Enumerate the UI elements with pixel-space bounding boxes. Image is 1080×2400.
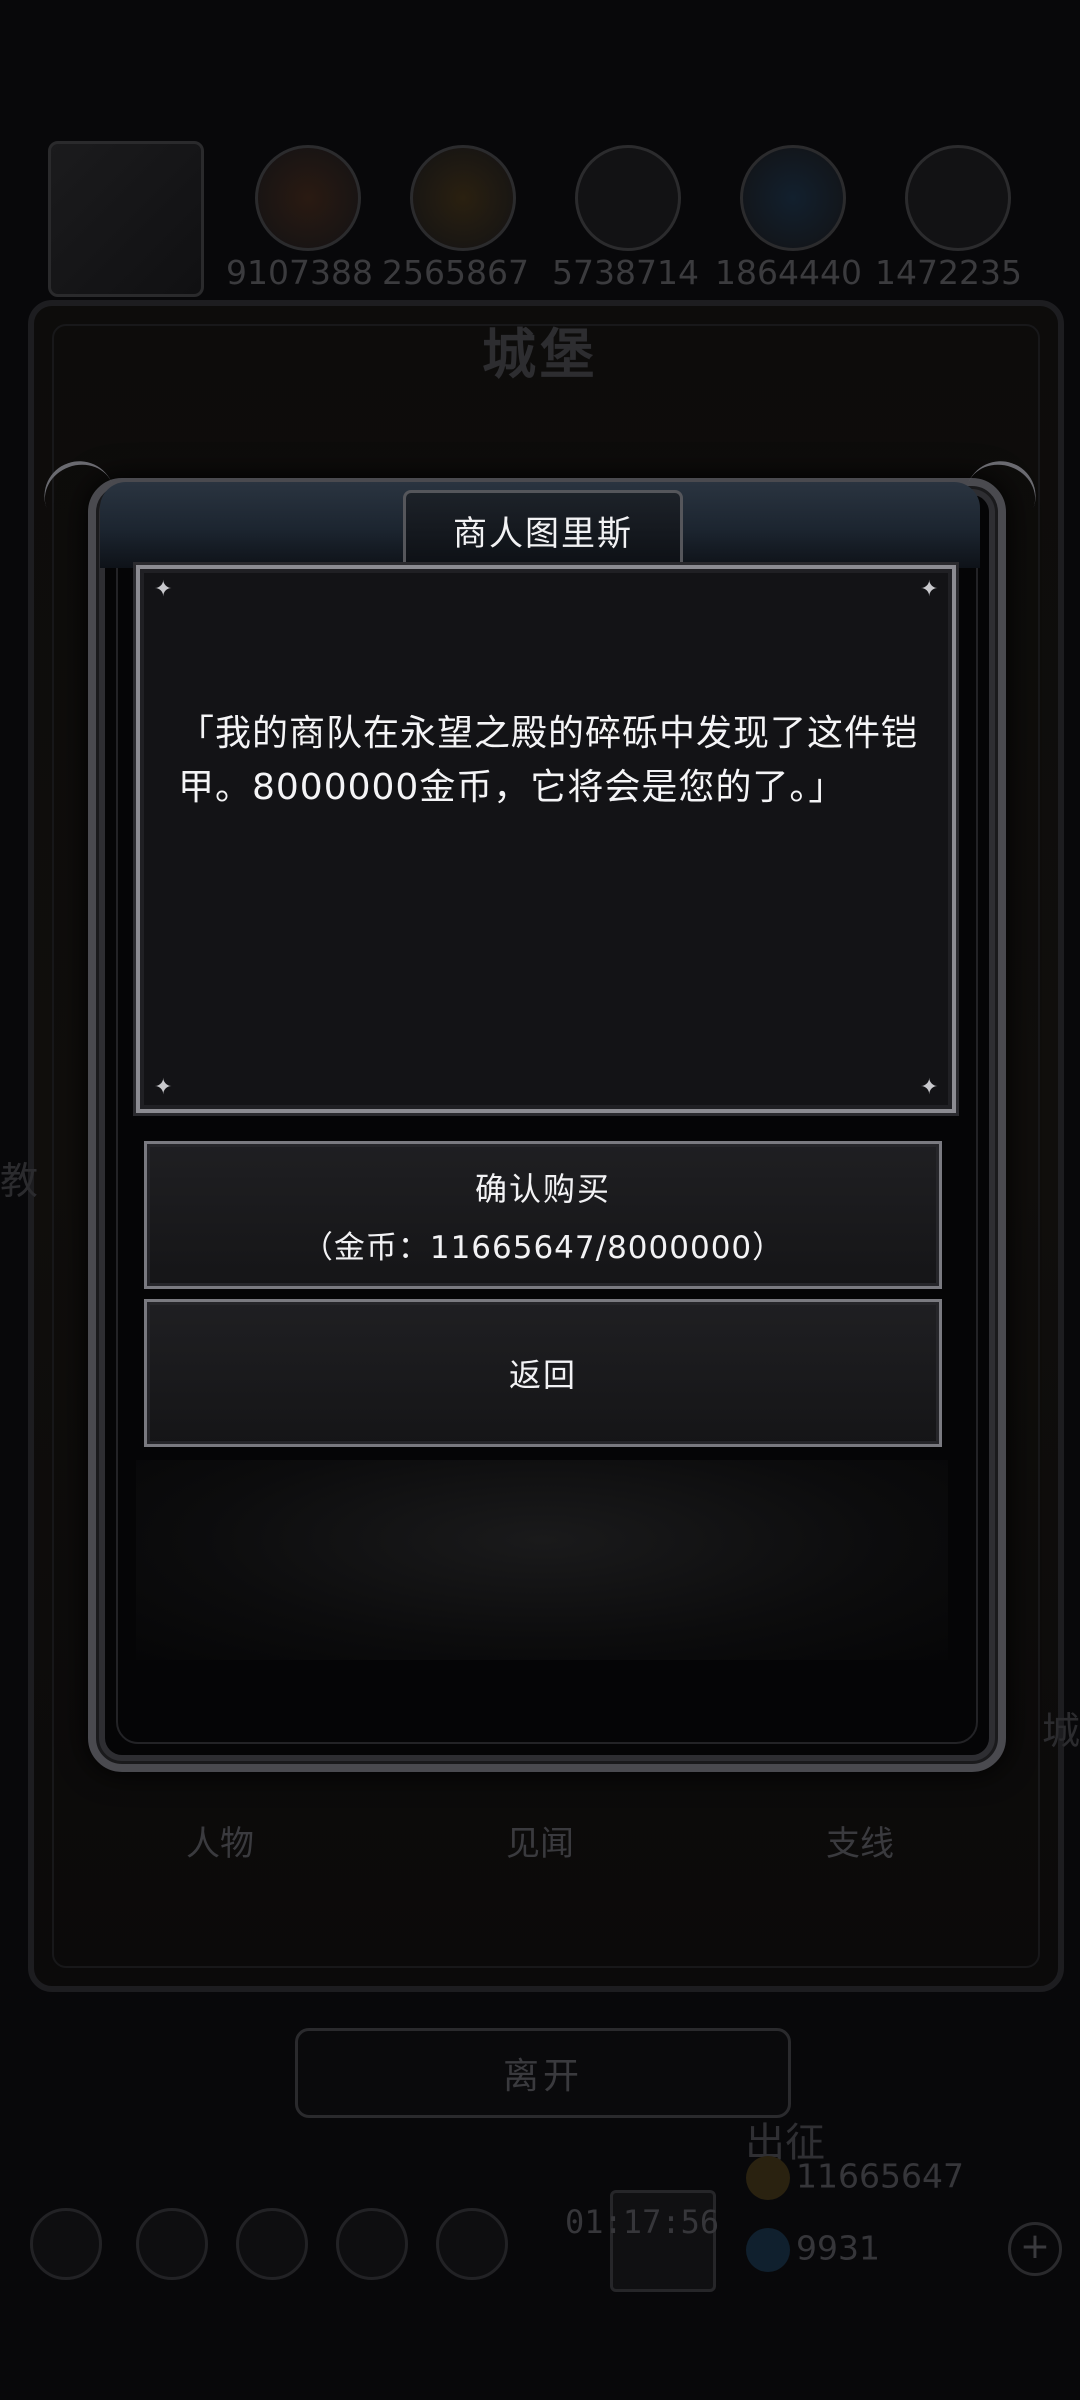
gold-display: 11665647: [746, 2156, 964, 2200]
back-button[interactable]: 返回: [144, 1299, 942, 1447]
add-currency-button[interactable]: +: [1008, 2222, 1062, 2276]
wood-icon: [410, 145, 516, 251]
castle-tabs: 人物 见闻 支线: [60, 1800, 1020, 1880]
gem-value: 9931: [796, 2228, 880, 2268]
gift-timer: 01:17:56: [565, 2203, 720, 2241]
merchant-message: 「我的商队在永望之殿的碎砾中发现了这件铠甲。8000000金币，它将会是您的了。…: [178, 713, 919, 808]
dialog-title-plate: 商人图里斯: [403, 490, 683, 570]
confirm-purchase-label: 确认购买: [474, 1169, 611, 1208]
gold-value: 11665647: [796, 2156, 964, 2196]
resource-value: 9107388: [226, 253, 373, 292]
castle-title: 城堡: [482, 323, 598, 386]
iron-icon: [905, 145, 1011, 251]
back-button-label: 返回: [508, 1356, 577, 1394]
stone-icon: [575, 145, 681, 251]
resource-value: 5738714: [552, 253, 699, 292]
gem-icon: [746, 2228, 790, 2272]
scroll-icon[interactable]: [336, 2208, 408, 2280]
fire-orb-icon: [255, 145, 361, 251]
water-orb-icon: [740, 145, 846, 251]
corner-star-icon: ✦: [920, 577, 939, 602]
confirm-purchase-button[interactable]: 确认购买 （金币：11665647/8000000）: [144, 1141, 942, 1289]
eye-icon[interactable]: [136, 2208, 208, 2280]
resource-value: 1864440: [715, 253, 862, 292]
resource-value: 2565867: [382, 253, 529, 292]
resource-bar: 9107388 2565867 5738714 1864440 1472235: [40, 135, 1050, 297]
corner-star-icon: ✦: [920, 1075, 939, 1100]
tab-characters[interactable]: 人物: [146, 1806, 294, 1875]
book-icon[interactable]: [236, 2208, 308, 2280]
leave-button[interactable]: 离开: [295, 2028, 791, 2118]
corner-star-icon: ✦: [154, 577, 173, 602]
side-text-right: 城: [1041, 1709, 1080, 1753]
bottom-bar: [30, 2190, 1050, 2300]
dialog-lower-area: [136, 1460, 948, 1660]
dialog-title: 商人图里斯: [453, 513, 633, 554]
menu-icon[interactable]: [30, 2208, 102, 2280]
gem-display: 9931: [746, 2228, 880, 2272]
message-panel: ✦ ✦ ✦ ✦ 「我的商队在永望之殿的碎砾中发现了这件铠甲。8000000金币，…: [136, 565, 956, 1113]
side-text-left: 教: [0, 1159, 39, 1203]
gold-coin-icon: [746, 2156, 790, 2200]
resource-value: 1472235: [875, 253, 1022, 292]
tab-events[interactable]: 见闻: [466, 1806, 614, 1875]
corner-star-icon: ✦: [154, 1075, 173, 1100]
confirm-purchase-cost: （金币：11665647/8000000）: [301, 1229, 785, 1266]
shield-icon[interactable]: [436, 2208, 508, 2280]
tab-side-quests[interactable]: 支线: [786, 1806, 934, 1875]
hero-avatar[interactable]: [48, 141, 204, 297]
